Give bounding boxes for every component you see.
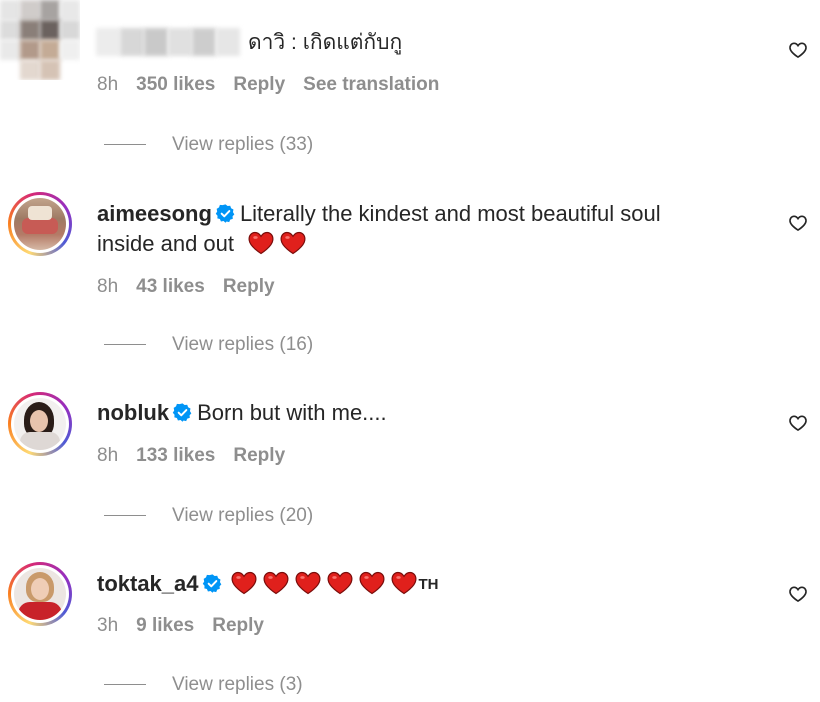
comment-meta: 8h 350 likes Reply See translation [97, 74, 457, 96]
red-heart-emoji-icon [359, 571, 385, 595]
view-replies-button[interactable]: View replies (33) [104, 134, 313, 156]
like-heart-icon[interactable] [788, 40, 808, 60]
reply-button[interactable]: Reply [233, 74, 285, 95]
likes-count[interactable]: 43 likes [136, 276, 205, 297]
comment-time[interactable]: 8h [97, 74, 118, 95]
red-heart-emoji-icon [231, 571, 257, 595]
replies-divider [104, 684, 146, 686]
replies-divider [104, 515, 146, 517]
like-heart-icon[interactable] [788, 584, 808, 604]
username-link[interactable]: nobluk [97, 400, 169, 425]
verified-badge-icon [215, 203, 236, 224]
comment-text-line-1: aimeesong Literally the kindest and most … [97, 201, 661, 226]
comment-time[interactable]: 8h [97, 276, 118, 297]
likes-count[interactable]: 350 likes [136, 74, 215, 95]
reply-button[interactable]: Reply [223, 276, 275, 297]
verified-badge-icon [172, 402, 193, 423]
avatar-blurred[interactable] [0, 0, 80, 80]
like-heart-icon[interactable] [788, 213, 808, 233]
reply-button[interactable]: Reply [233, 445, 285, 466]
verified-badge-icon [202, 573, 223, 594]
see-translation-button[interactable]: See translation [303, 74, 439, 95]
red-heart-emoji-icon [248, 231, 274, 255]
comment-meta: 3h 9 likes Reply [97, 615, 282, 637]
likes-count[interactable]: 9 likes [136, 615, 194, 636]
flag-tag: TH [418, 576, 439, 593]
red-heart-emoji-icon [263, 571, 289, 595]
red-heart-emoji-icon [295, 571, 321, 595]
username-blurred[interactable] [96, 28, 241, 56]
avatar[interactable] [8, 392, 72, 456]
comment-meta: 8h 43 likes Reply [97, 276, 293, 298]
username-link[interactable]: toktak_a4 [97, 571, 199, 596]
view-replies-button[interactable]: View replies (20) [104, 505, 313, 527]
view-replies-button[interactable]: View replies (3) [104, 674, 303, 696]
avatar[interactable] [8, 562, 72, 626]
reply-button[interactable]: Reply [212, 615, 264, 636]
comment-time[interactable]: 8h [97, 445, 118, 466]
comment-text-line-1: nobluk Born but with me.... [97, 400, 387, 425]
comment-time[interactable]: 3h [97, 615, 118, 636]
red-heart-emoji-icon [391, 571, 417, 595]
comment-text-line-2: inside and out [97, 229, 312, 259]
username-link[interactable]: aimeesong [97, 201, 212, 226]
red-heart-emoji-icon [327, 571, 353, 595]
comment-text: ดาวิ : เกิดแต่กับกู [248, 31, 403, 54]
replies-divider [104, 144, 146, 146]
comment-text-line-1: toktak_a4 TH [97, 569, 439, 600]
likes-count[interactable]: 133 likes [136, 445, 215, 466]
comment-1: ดาวิ : เกิดแต่กับกู 8h 350 likes Reply See … [0, 0, 820, 170]
like-heart-icon[interactable] [788, 413, 808, 433]
view-replies-button[interactable]: View replies (16) [104, 334, 313, 356]
comment-meta: 8h 133 likes Reply [97, 445, 303, 467]
avatar[interactable] [8, 192, 72, 256]
replies-divider [104, 344, 146, 346]
red-heart-emoji-icon [280, 231, 306, 255]
